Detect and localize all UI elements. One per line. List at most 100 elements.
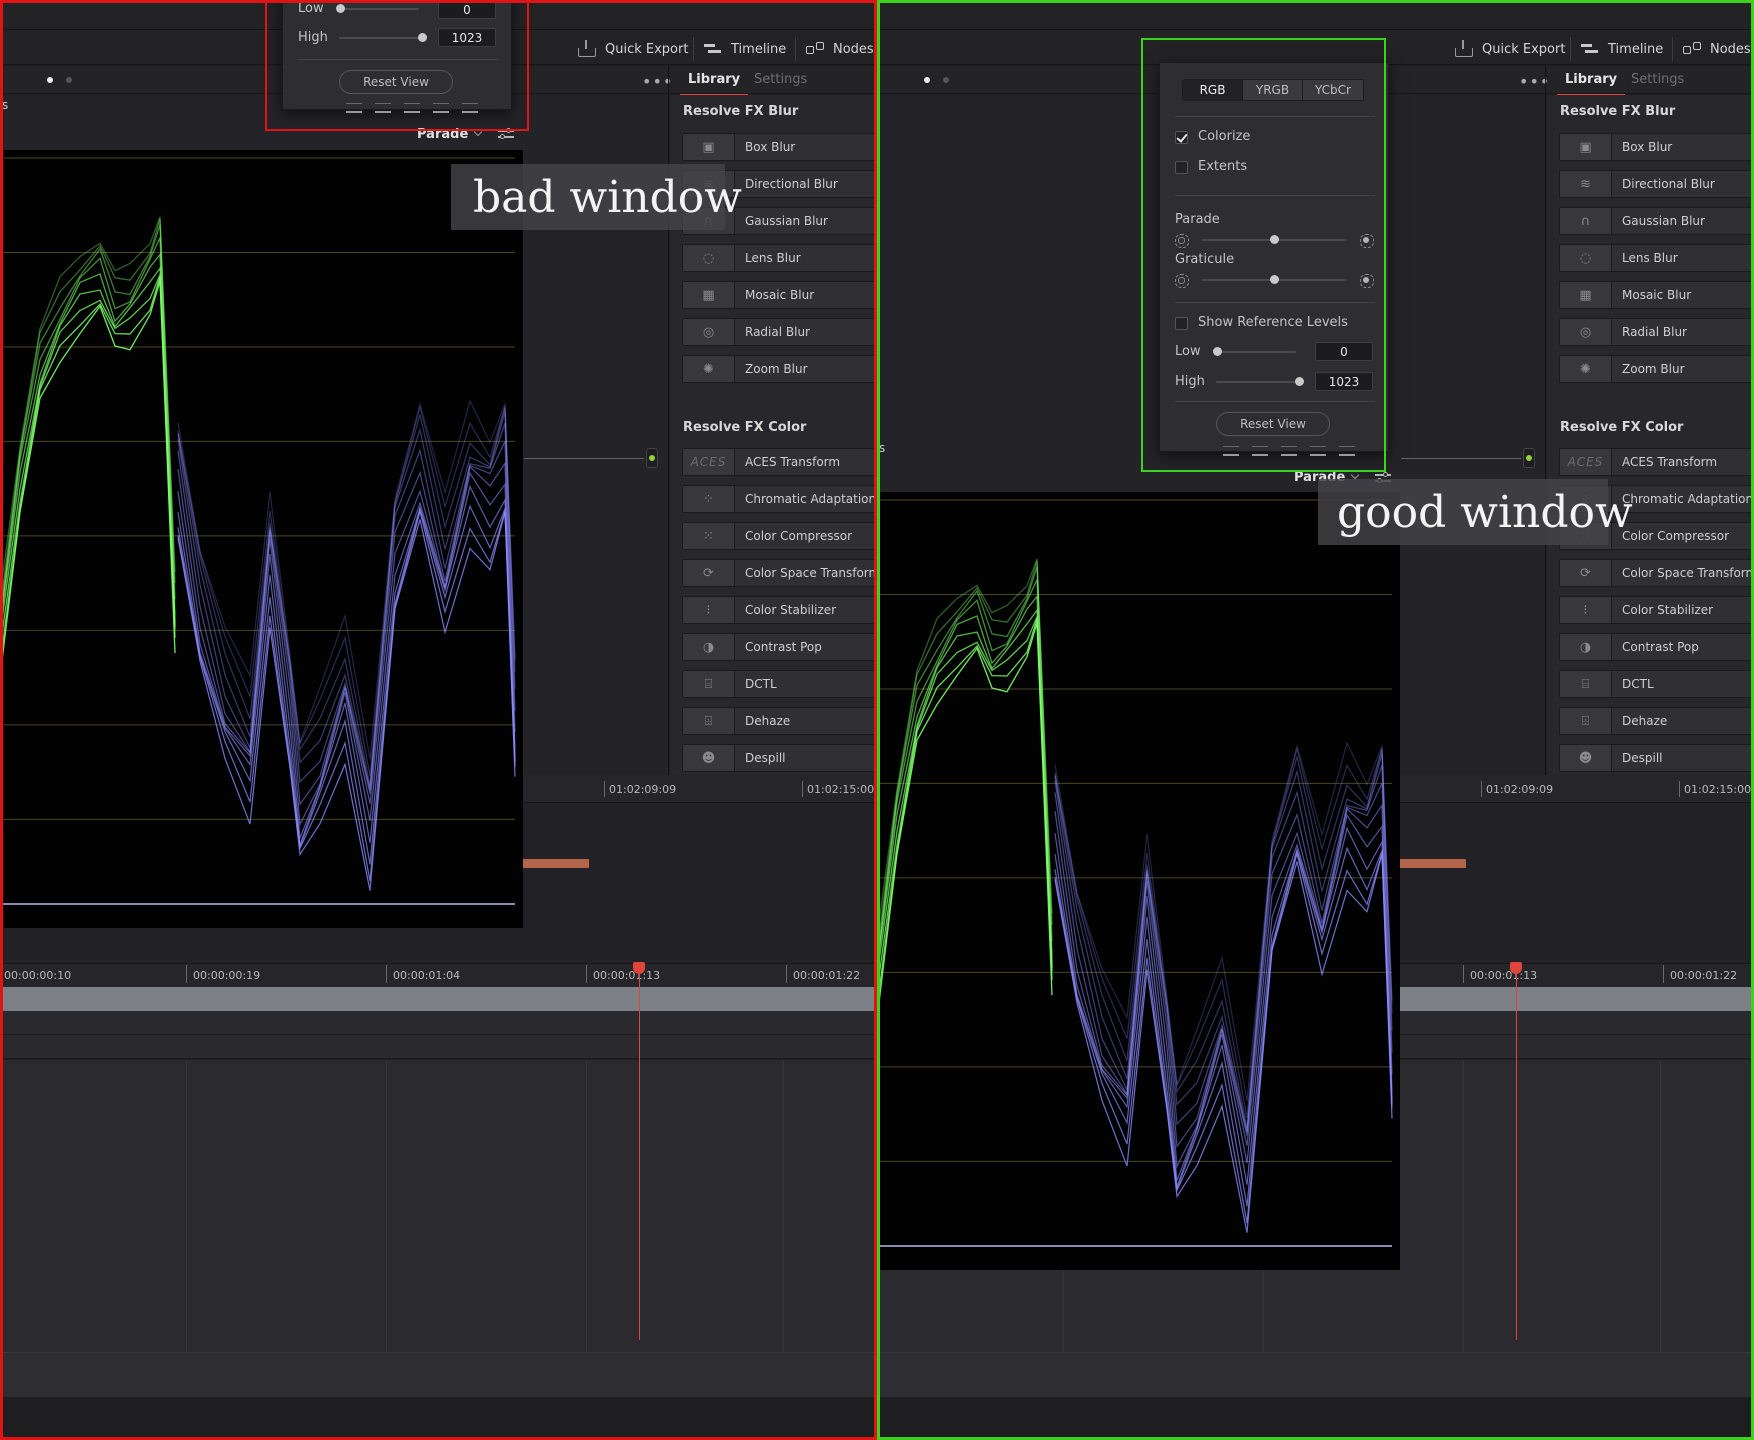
graticule-slider-knob[interactable] (1270, 275, 1279, 284)
color-mode-ycbcr[interactable]: YCbCr (1303, 80, 1363, 100)
grid-line (783, 1060, 784, 1352)
green-channel-trace (877, 579, 1053, 967)
mosaic-blur-icon: ▦ (683, 282, 735, 308)
reset-view-button[interactable]: Reset View (1216, 412, 1330, 436)
fx-item-aces-transform[interactable]: ACES ACES Transform (1559, 448, 1754, 476)
page-dot[interactable] (66, 77, 72, 83)
color-mode-yrgb[interactable]: YRGB (1243, 80, 1303, 100)
playhead-line[interactable] (1516, 966, 1517, 1340)
parade-waveform (0, 157, 516, 905)
fx-item-gaussian-blur[interactable]: ∩Gaussian Blur (1559, 207, 1754, 235)
good-window-example: Quick Export Timeline Nodes ••• s Librar… (877, 0, 1754, 1440)
show-reference-levels-checkbox[interactable] (1175, 317, 1188, 330)
fx-item-box-blur[interactable]: ▣ Box Blur (682, 133, 877, 161)
fx-item-lens-blur[interactable]: ◌ Lens Blur (1559, 244, 1754, 272)
track-row[interactable] (0, 1035, 877, 1059)
tab-settings[interactable]: Settings (1631, 72, 1684, 87)
library-tabs: Library Settings (1547, 66, 1754, 96)
scope-layout-icons[interactable] (1223, 446, 1355, 456)
node-output-handle[interactable] (1523, 448, 1535, 468)
green-channel-trace (0, 276, 176, 666)
fx-item-zoom-blur[interactable]: ✺ Zoom Blur (682, 355, 877, 383)
fx-item-dehaze[interactable]: ⌹ Dehaze (1559, 707, 1754, 735)
timeline-clip[interactable] (1397, 859, 1466, 868)
fx-item-color-stabilizer[interactable]: ⁝ Color Stabilizer (1559, 596, 1754, 624)
video-track[interactable] (0, 987, 877, 1011)
fx-item-dctl[interactable]: ⌸ DCTL (1559, 670, 1754, 698)
extents-checkbox[interactable] (1175, 161, 1188, 174)
playhead-handle[interactable] (633, 962, 645, 974)
nodes-button[interactable]: Nodes (1683, 38, 1751, 60)
fx-item-radial-blur[interactable]: ◎ Radial Blur (1559, 318, 1754, 346)
parade-scope (877, 492, 1400, 1270)
reset-view-button[interactable]: Reset View (339, 70, 453, 94)
low-slider-track[interactable] (339, 8, 419, 10)
low-slider-knob[interactable] (336, 4, 345, 13)
low-value-field[interactable]: 0 (438, 0, 496, 19)
node-output-handle[interactable] (646, 448, 658, 468)
scope-mode-dropdown[interactable]: Parade (417, 127, 483, 142)
fx-item-directional-blur[interactable]: ≋Directional Blur (1559, 170, 1754, 198)
radial-blur-icon: ◎ (683, 319, 735, 345)
parade-slider-knob[interactable] (1270, 235, 1279, 244)
green-channel-trace (877, 622, 1053, 1020)
ruler-tick (1463, 965, 1464, 983)
fx-item-color-space-transform[interactable]: ⟳ Color Space Transform (682, 559, 877, 587)
page-dot[interactable] (943, 77, 949, 83)
page-dot-active[interactable] (924, 77, 930, 83)
bottom-toolbar (877, 1352, 1754, 1397)
fx-item-dehaze[interactable]: ⌹ Dehaze (682, 707, 877, 735)
timeline-button[interactable]: Timeline (704, 38, 786, 60)
fx-item-contrast-pop[interactable]: ◑ Contrast Pop (1559, 633, 1754, 661)
fx-item-radial-blur[interactable]: ◎ Radial Blur (682, 318, 877, 346)
fx-item-despill[interactable]: ☻ Despill (682, 744, 877, 772)
low-slider-knob[interactable] (1213, 347, 1222, 356)
contrast-pop-icon: ◑ (1560, 634, 1612, 660)
quick-export-label: Quick Export (1482, 41, 1566, 57)
color-mode-rgb[interactable]: RGB (1183, 80, 1243, 100)
timeline-button[interactable]: Timeline (1581, 38, 1663, 60)
header-divider (1672, 37, 1673, 61)
fx-item-color-stabilizer[interactable]: ⁝ Color Stabilizer (682, 596, 877, 624)
quick-export-button[interactable]: Quick Export (578, 38, 688, 60)
tab-library[interactable]: Library (679, 72, 749, 96)
fx-item-aces-transform[interactable]: ACES ACES Transform (682, 448, 877, 476)
playhead-handle[interactable] (1510, 962, 1522, 974)
fx-item-box-blur[interactable]: ▣ Box Blur (1559, 133, 1754, 161)
fx-item-lens-blur[interactable]: ◌ Lens Blur (682, 244, 877, 272)
fx-item-color-compressor[interactable]: ⁙Color Compressor (682, 522, 877, 550)
color-compressor-icon: ⁙ (683, 523, 735, 549)
fx-item-chromatic-adaptation[interactable]: ⁘Chromatic Adaptation (682, 485, 877, 513)
track-row[interactable] (0, 1011, 877, 1035)
timeline-clip[interactable] (520, 859, 589, 868)
tab-library[interactable]: Library (1556, 72, 1626, 96)
high-slider-track[interactable] (339, 37, 419, 39)
good-window-caption: good window (1318, 479, 1633, 545)
fx-item-zoom-blur[interactable]: ✺ Zoom Blur (1559, 355, 1754, 383)
box-blur-icon: ▣ (1560, 134, 1612, 160)
fx-item-despill[interactable]: ☻ Despill (1559, 744, 1754, 772)
low-slider-track[interactable] (1216, 351, 1296, 353)
tab-settings[interactable]: Settings (754, 72, 807, 87)
fx-item-mosaic-blur[interactable]: ▦ Mosaic Blur (1559, 281, 1754, 309)
quick-export-button[interactable]: Quick Export (1455, 38, 1565, 60)
page-dot-active[interactable] (47, 77, 53, 83)
header-divider (1570, 37, 1571, 61)
lens-blur-icon: ◌ (1560, 245, 1612, 271)
nodes-icon (806, 42, 824, 56)
scope-layout-icons[interactable] (346, 103, 478, 113)
fx-item-contrast-pop[interactable]: ◑ Contrast Pop (682, 633, 877, 661)
playhead-line[interactable] (639, 966, 640, 1340)
high-slider-track[interactable] (1216, 381, 1296, 383)
high-slider-knob[interactable] (418, 33, 427, 42)
fx-item-dctl[interactable]: ⌸ DCTL (682, 670, 877, 698)
high-value-field[interactable]: 1023 (1315, 372, 1373, 391)
colorize-checkbox[interactable] (1175, 131, 1188, 144)
fx-item-mosaic-blur[interactable]: ▦ Mosaic Blur (682, 281, 877, 309)
high-slider-knob[interactable] (1295, 377, 1304, 386)
high-value-field[interactable]: 1023 (438, 28, 496, 47)
low-value-field[interactable]: 0 (1315, 342, 1373, 361)
fx-item-color-space-transform[interactable]: ⟳ Color Space Transform (1559, 559, 1754, 587)
scope-settings-icon[interactable] (498, 127, 514, 140)
nodes-button[interactable]: Nodes (806, 38, 874, 60)
